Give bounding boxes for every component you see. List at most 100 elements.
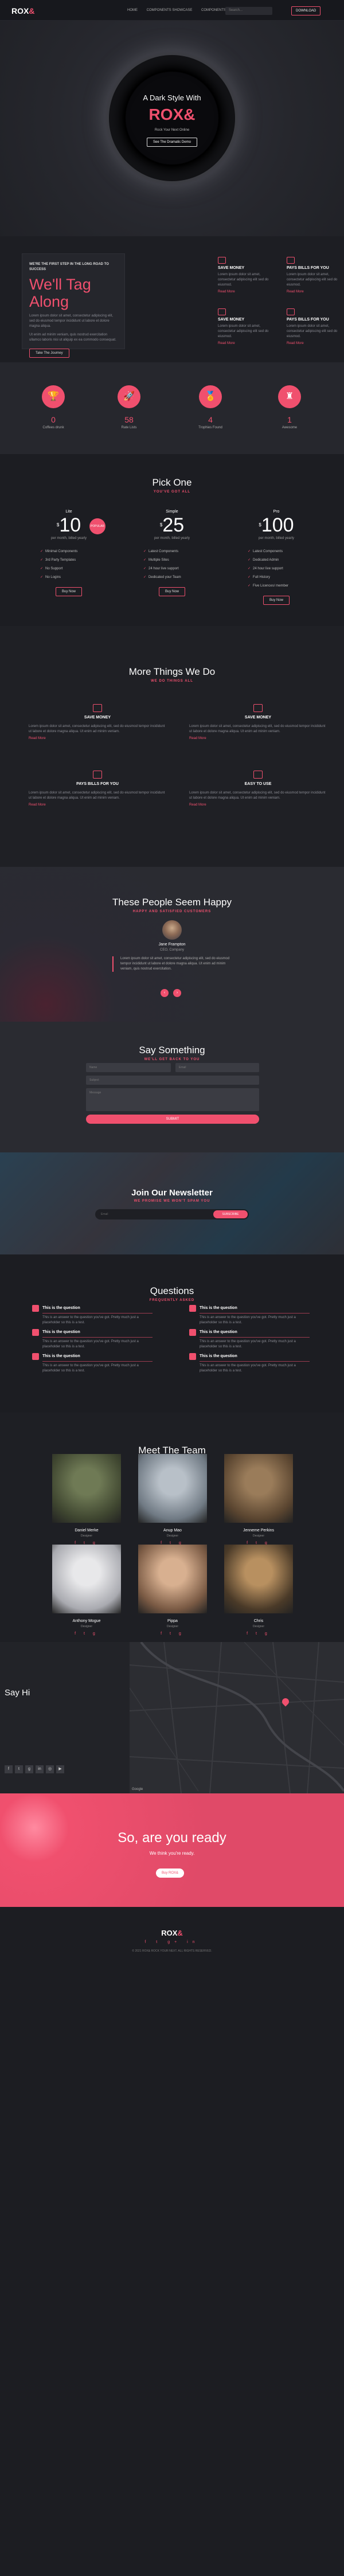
nav-link-components-showcase[interactable]: COMPONENTS SHOWCASE — [147, 9, 193, 12]
faq-item[interactable]: This is the question This is an answer to… — [189, 1305, 310, 1326]
read-more-link[interactable]: Read More — [189, 803, 327, 807]
faq-answer: This is an answer to the question you've… — [200, 1316, 296, 1324]
service-text: Lorem ipsum dolor sit amet, consectetur … — [189, 725, 326, 733]
plan-feature: ✓ 24 hour live support — [143, 567, 179, 570]
stats-section: 🏆 0 Coffees drunk 🚀 58 Rate Lists 🏅 4 Tr… — [0, 362, 344, 454]
faq-item[interactable]: This is the question This is an answer to… — [189, 1353, 310, 1374]
member-role: Designer — [252, 1625, 264, 1628]
footer: ROX& f t g+ in © 2021 ROX& ROCK YOUR NEX… — [0, 1907, 344, 2576]
youtube-icon[interactable]: ▶ — [56, 1765, 64, 1773]
team-member: Anthony Mogue Designer f t g — [49, 1545, 124, 1636]
feature-title: SAVE MONEY — [218, 266, 245, 270]
member-photo — [138, 1454, 207, 1523]
faq-item[interactable]: This is the question This is an answer to… — [32, 1305, 153, 1326]
faq-answer: This is an answer to the question you've… — [200, 1340, 296, 1348]
read-more-link[interactable]: Read More — [189, 737, 327, 740]
instagram-icon[interactable]: ◎ — [46, 1765, 54, 1773]
check-icon: ✓ — [248, 567, 251, 570]
stat-item: 🏆 0 Coffees drunk — [28, 385, 79, 429]
check-icon: ✓ — [248, 576, 251, 579]
footer-social[interactable]: f t g+ in — [0, 1940, 344, 1944]
name-field[interactable]: Name — [86, 1063, 171, 1072]
twitter-icon[interactable]: t — [15, 1765, 23, 1773]
subject-field[interactable]: Subject — [86, 1076, 259, 1085]
map-roads — [130, 1642, 344, 1793]
services-section: More Things We Do WE DO THINGS ALL SAVE … — [0, 626, 344, 867]
wallet-icon — [253, 704, 263, 712]
about-section: WE'RE THE FIRST STEP IN THE LONG ROAD TO… — [0, 236, 344, 362]
search-input[interactable]: Search... — [225, 7, 272, 15]
subscribe-button[interactable]: SUBSCRIBE — [213, 1210, 248, 1218]
read-more-link[interactable]: Read More — [29, 737, 166, 740]
check-icon: ✓ — [248, 550, 251, 553]
feature-item: SAVE MONEY Lorem ipsum dolor sit amet, c… — [218, 257, 275, 294]
faq-item[interactable]: This is the question This is an answer to… — [32, 1329, 153, 1350]
google-plus-icon[interactable]: g — [25, 1765, 33, 1773]
read-more-link[interactable]: Read More — [218, 290, 275, 294]
buy-button[interactable]: Buy Now — [55, 587, 82, 596]
price-value: 25 — [162, 514, 185, 536]
plan-period: per month, billed yearly — [154, 537, 190, 540]
submit-button[interactable]: SUBMIT — [86, 1115, 259, 1124]
service-item: PAYS BILLS FOR YOU Lorem ipsum dolor sit… — [29, 771, 166, 807]
testimonial-title: These People Seem Happy — [112, 897, 232, 908]
prev-icon[interactable]: ‹ — [161, 989, 169, 997]
buy-rox-button[interactable]: Buy ROX& — [156, 1869, 185, 1878]
newsletter-section: Join Our Newsletter WE PROMISE WE WON'T … — [0, 1152, 344, 1254]
team-member: Chris Designer f t g — [221, 1545, 296, 1636]
stat-number: 58 — [124, 415, 134, 424]
pricing-plan: Simple $25 per month, billed yearly ✓ Lat… — [132, 510, 212, 596]
member-social-icons[interactable]: f t g — [221, 1632, 296, 1636]
check-icon: ✓ — [40, 558, 44, 562]
stat-item: ♜ 1 Awesome — [264, 385, 315, 429]
testimonial-role: CEO, Company — [159, 948, 184, 952]
read-more-link[interactable]: Read More — [218, 342, 275, 345]
buy-button[interactable]: Buy Now — [263, 596, 290, 605]
bill-icon — [287, 308, 295, 315]
team-section: Meet The Team WE'RE THE BEST Daniel Merk… — [0, 1413, 344, 1642]
member-role: Designer — [166, 1625, 178, 1628]
member-photo — [52, 1454, 121, 1523]
email-field[interactable]: Email — [175, 1063, 259, 1072]
social-links: f t g in ◎ ▶ — [5, 1765, 67, 1773]
journey-button[interactable]: Take The Journey — [29, 349, 69, 358]
read-more-link[interactable]: Read More — [287, 290, 344, 294]
hero-demo-button[interactable]: See The Dramatic Demo — [147, 138, 197, 147]
download-button[interactable]: DOWNLOAD — [291, 6, 321, 15]
plan-features: ✓ Minimal Components ✓ 3rd Party Templates… — [29, 549, 109, 579]
next-icon[interactable]: › — [173, 989, 181, 997]
logo[interactable]: ROX& — [11, 6, 34, 15]
newsletter-subtitle: WE PROMISE WE WON'T SPAM YOU — [134, 1199, 210, 1203]
faq-title: Questions — [150, 1285, 194, 1296]
buy-button[interactable]: Buy Now — [158, 587, 185, 596]
facebook-icon[interactable]: f — [5, 1765, 13, 1773]
member-photo — [224, 1545, 293, 1613]
stat-label: Rate Lists — [121, 426, 137, 429]
member-social-icons[interactable]: f t g — [49, 1632, 124, 1636]
faq-question: This is the question — [200, 1306, 237, 1310]
nav-links: HOME COMPONENTS SHOWCASE COMPONENTS AS — [127, 9, 239, 12]
linkedin-icon[interactable]: in — [36, 1765, 44, 1773]
faq-item[interactable]: This is the question This is an answer to… — [32, 1353, 153, 1374]
check-icon: ✓ — [40, 567, 44, 570]
wallet-icon — [93, 704, 102, 712]
trophy-icon: 🏆 — [42, 385, 65, 408]
service-item: EASY TO USE Lorem ipsum dolor sit amet, … — [189, 771, 327, 807]
member-social-icons[interactable]: f t g — [135, 1632, 210, 1636]
faq-answer: This is an answer to the question you've… — [42, 1364, 139, 1373]
check-icon: ✓ — [40, 576, 44, 579]
member-role: Designer — [80, 1534, 92, 1538]
plan-feature: ✓ 24 hour live support — [248, 567, 283, 570]
member-name: Daniel Merke — [75, 1529, 99, 1533]
message-field[interactable]: Message — [86, 1088, 259, 1111]
map-embed[interactable]: Google — [130, 1642, 344, 1793]
faq-item[interactable]: This is the question This is an answer to… — [189, 1329, 310, 1350]
rocket-icon: 🚀 — [118, 385, 140, 408]
read-more-link[interactable]: Read More — [29, 803, 166, 807]
service-text: Lorem ipsum dolor sit amet, consectetur … — [29, 725, 165, 733]
read-more-link[interactable]: Read More — [287, 342, 344, 345]
member-photo — [138, 1545, 207, 1613]
plan-feature: ✓ Minimal Components — [40, 550, 78, 553]
check-icon: ✓ — [143, 550, 147, 553]
nav-link-home[interactable]: HOME — [127, 9, 138, 12]
